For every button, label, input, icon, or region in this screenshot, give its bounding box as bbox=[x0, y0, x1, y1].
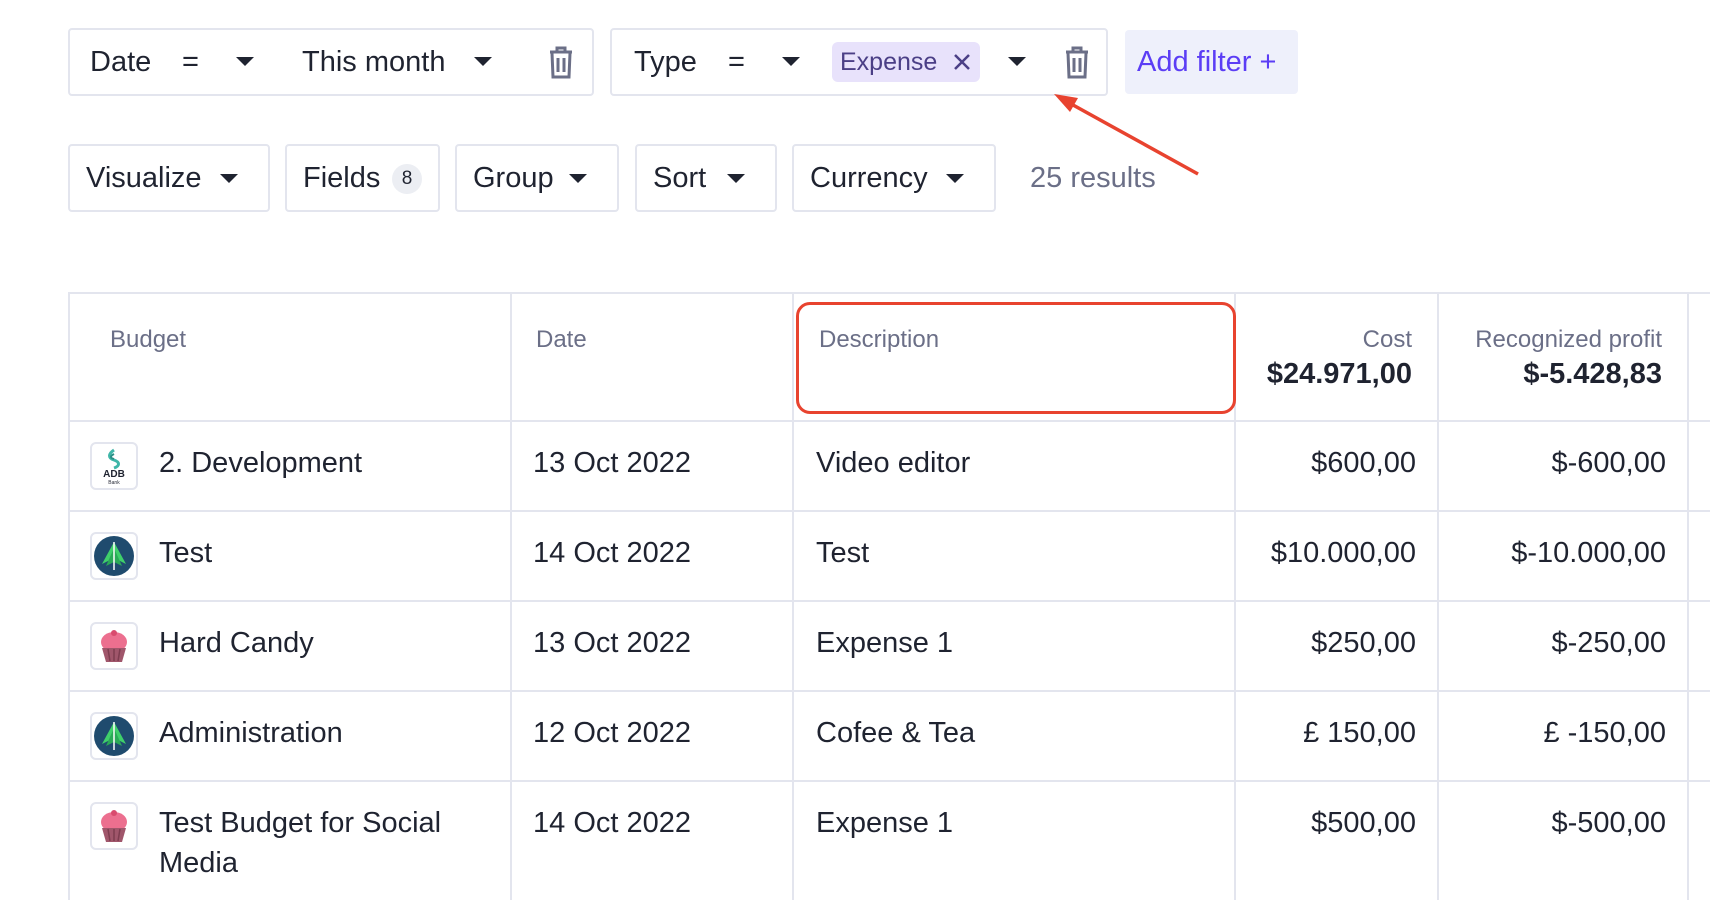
expense-chip: Expense bbox=[832, 42, 980, 82]
tree-circle-logo bbox=[90, 712, 138, 760]
type-filter-field[interactable]: Type bbox=[634, 30, 697, 94]
date-filter: Date = This month bbox=[68, 28, 594, 96]
visualize-label: Visualize bbox=[86, 162, 202, 194]
svg-text:Bank: Bank bbox=[108, 480, 120, 486]
value-chevron-down-icon[interactable] bbox=[474, 57, 492, 66]
annotation-highlight bbox=[796, 302, 1236, 414]
date-cell: 14 Oct 2022 bbox=[533, 537, 691, 569]
operator-chevron-down-icon[interactable] bbox=[782, 57, 800, 66]
budget-name[interactable]: Test bbox=[159, 533, 212, 573]
cost-cell: $250,00 bbox=[1311, 627, 1416, 659]
date-cell: 13 Oct 2022 bbox=[533, 447, 691, 479]
cupcake-logo bbox=[90, 622, 138, 670]
budget-name[interactable]: Administration bbox=[159, 713, 343, 753]
column-divider bbox=[792, 292, 794, 900]
column-divider bbox=[1437, 292, 1439, 900]
cost-cell: $10.000,00 bbox=[1270, 537, 1416, 569]
date-filter-field[interactable]: Date bbox=[90, 30, 151, 94]
column-header-recognized-profit[interactable]: Recognized profit bbox=[1475, 326, 1662, 354]
group-label: Group bbox=[473, 162, 554, 194]
svg-text:ADB: ADB bbox=[103, 469, 125, 480]
column-divider bbox=[1687, 292, 1689, 900]
value-chevron-down-icon[interactable] bbox=[1008, 57, 1026, 66]
profit-cell: $-500,00 bbox=[1551, 807, 1667, 839]
cost-cell: £ 150,00 bbox=[1303, 717, 1416, 749]
date-cell: 13 Oct 2022 bbox=[533, 627, 691, 659]
type-filter: Type = Expense bbox=[610, 28, 1108, 96]
cost-cell: $500,00 bbox=[1311, 807, 1416, 839]
column-header-date[interactable]: Date bbox=[536, 326, 587, 354]
budget-name[interactable]: 2. Development bbox=[159, 443, 362, 483]
recognized-profit-total: $-5.428,83 bbox=[1523, 358, 1662, 390]
tree-circle-logo bbox=[90, 532, 138, 580]
annotation-arrow bbox=[1054, 94, 1199, 176]
budget-name-line2[interactable]: Media bbox=[159, 843, 238, 883]
chevron-down-icon bbox=[946, 174, 964, 183]
chevron-down-icon bbox=[569, 174, 587, 183]
description-cell: Cofee & Tea bbox=[816, 717, 976, 749]
row-divider bbox=[68, 780, 1710, 782]
profit-cell: $-250,00 bbox=[1551, 627, 1667, 659]
row-divider bbox=[68, 420, 1710, 422]
cupcake-logo bbox=[90, 802, 138, 850]
chevron-down-icon bbox=[727, 174, 745, 183]
cost-cell: $600,00 bbox=[1311, 447, 1416, 479]
column-header-cost[interactable]: Cost bbox=[1363, 326, 1412, 354]
description-cell: Test bbox=[816, 537, 870, 569]
trash-icon[interactable] bbox=[1062, 44, 1092, 80]
close-icon[interactable] bbox=[950, 42, 974, 82]
date-cell: 12 Oct 2022 bbox=[533, 717, 691, 749]
visualize-button[interactable]: Visualize bbox=[68, 144, 270, 212]
row-divider bbox=[68, 600, 1710, 602]
sort-button[interactable]: Sort bbox=[635, 144, 777, 212]
profit-cell: £ -150,00 bbox=[1543, 717, 1666, 749]
description-cell: Video editor bbox=[816, 447, 971, 479]
currency-button[interactable]: Currency bbox=[792, 144, 996, 212]
expense-chip-label: Expense bbox=[840, 48, 938, 76]
row-divider bbox=[68, 690, 1710, 692]
description-cell: Expense 1 bbox=[816, 627, 954, 659]
chevron-down-icon bbox=[220, 174, 238, 183]
budget-name[interactable]: Hard Candy bbox=[159, 623, 314, 663]
date-filter-value[interactable]: This month bbox=[302, 30, 445, 94]
column-header-budget[interactable]: Budget bbox=[110, 326, 186, 354]
cost-total: $24.971,00 bbox=[1266, 358, 1412, 390]
profit-cell: $-600,00 bbox=[1551, 447, 1667, 479]
trash-icon[interactable] bbox=[546, 44, 576, 80]
fields-button[interactable]: Fields 8 bbox=[285, 144, 440, 212]
description-cell: Expense 1 bbox=[816, 807, 954, 839]
operator-chevron-down-icon[interactable] bbox=[236, 57, 254, 66]
fields-label: Fields bbox=[303, 162, 381, 194]
type-filter-operator[interactable]: = bbox=[728, 30, 745, 94]
add-filter-button[interactable]: Add filter + bbox=[1125, 30, 1298, 94]
fields-count-badge: 8 bbox=[392, 164, 422, 194]
profit-cell: $-10.000,00 bbox=[1511, 537, 1666, 569]
adb-bank-logo: ADB Bank bbox=[90, 442, 138, 490]
budget-name[interactable]: Test Budget for Social bbox=[159, 803, 441, 843]
group-button[interactable]: Group bbox=[455, 144, 619, 212]
row-divider bbox=[68, 510, 1710, 512]
column-divider bbox=[510, 292, 512, 900]
sort-label: Sort bbox=[653, 162, 707, 194]
date-cell: 14 Oct 2022 bbox=[533, 807, 691, 839]
currency-label: Currency bbox=[810, 162, 928, 194]
date-filter-operator[interactable]: = bbox=[182, 30, 199, 94]
